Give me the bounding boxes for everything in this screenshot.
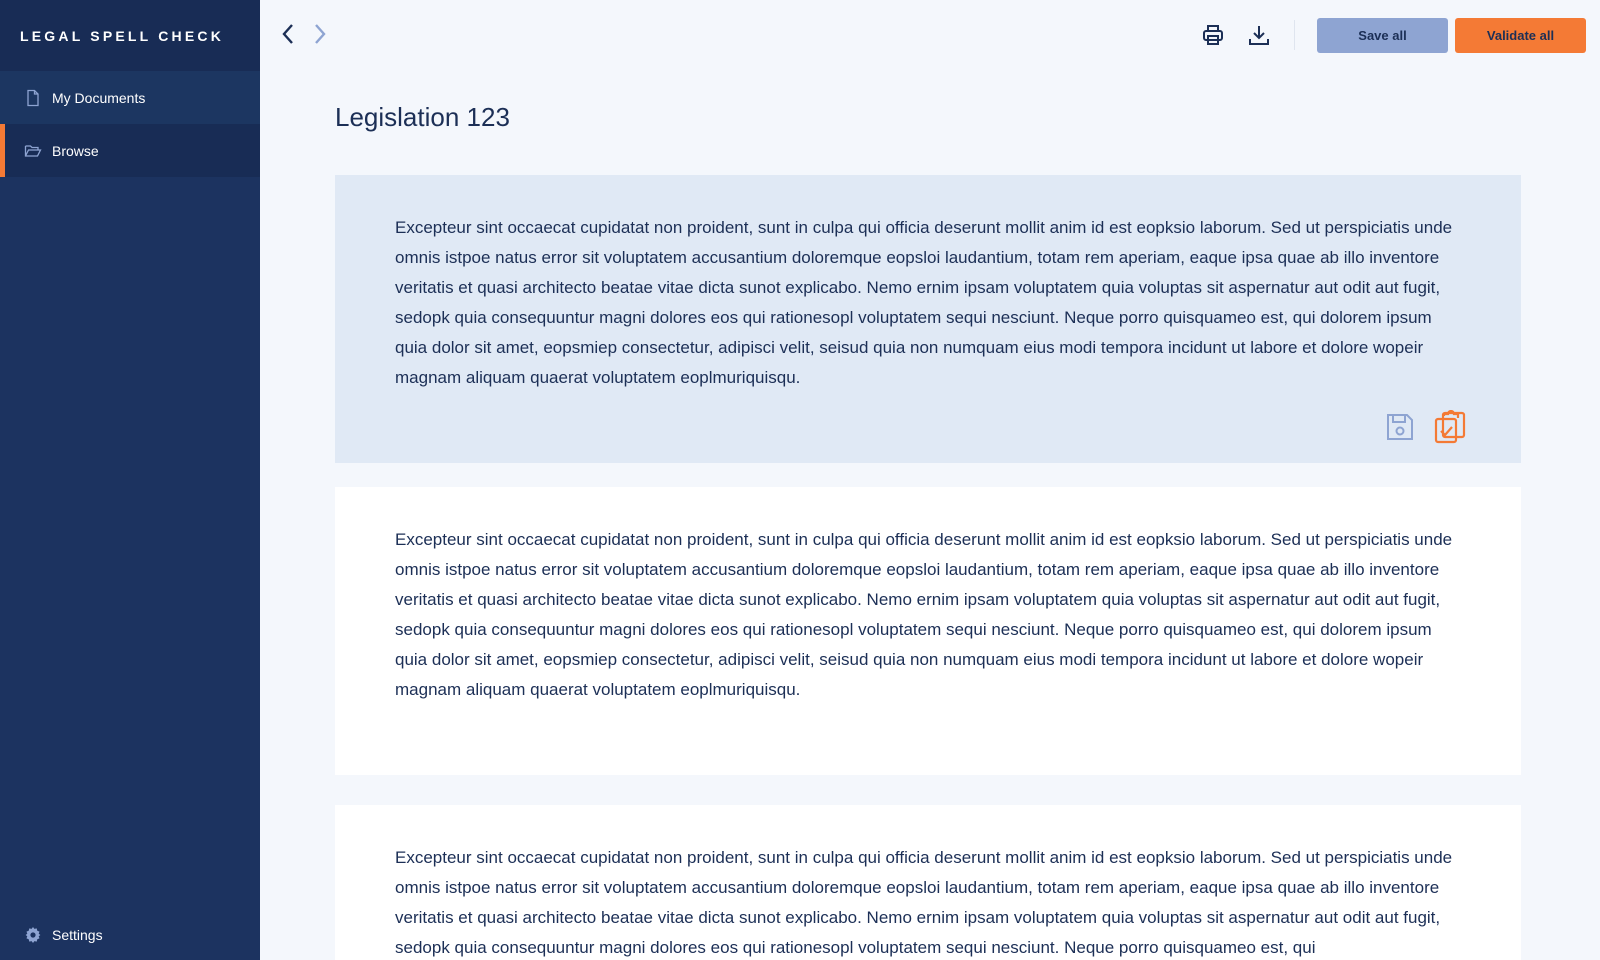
page-title: Legislation 123 (335, 102, 510, 132)
toolbar-divider (1294, 20, 1295, 50)
sidebar-item-my-documents[interactable]: My Documents (0, 71, 260, 124)
paragraph-card-selected[interactable]: Excepteur sint occaecat cupidatat non pr… (335, 175, 1521, 463)
history-navigation (276, 22, 332, 46)
paragraph-actions (1383, 409, 1467, 445)
top-toolbar: Save all Validate all (260, 0, 1600, 70)
save-paragraph-icon[interactable] (1383, 409, 1417, 445)
paragraph-card[interactable]: Excepteur sint occaecat cupidatat non pr… (335, 805, 1521, 960)
forward-arrow-icon[interactable] (308, 22, 332, 46)
settings-label: Settings (52, 927, 103, 943)
paragraph-text: Excepteur sint occaecat cupidatat non pr… (395, 218, 1453, 387)
paragraph-card[interactable]: Excepteur sint occaecat cupidatat non pr… (335, 487, 1521, 775)
back-arrow-icon[interactable] (276, 22, 300, 46)
print-icon[interactable] (1200, 22, 1226, 48)
download-icon[interactable] (1246, 22, 1272, 48)
sidebar-item-settings[interactable]: Settings (0, 910, 260, 960)
sidebar-item-label: My Documents (52, 89, 146, 106)
sidebar-item-label: Browse (52, 142, 99, 159)
paragraph-text: Excepteur sint occaecat cupidatat non pr… (395, 530, 1453, 699)
document-icon (24, 89, 42, 107)
sidebar-item-browse[interactable]: Browse (0, 124, 260, 177)
folder-open-icon (24, 142, 42, 160)
sidebar: LEGAL SPELL CHECK My Documents Browse Se… (0, 0, 260, 960)
validate-all-button[interactable]: Validate all (1455, 18, 1586, 53)
gear-icon (24, 926, 42, 944)
app-brand: LEGAL SPELL CHECK (0, 0, 260, 71)
paragraph-text: Excepteur sint occaecat cupidatat non pr… (395, 848, 1453, 957)
toolbar-actions (1200, 22, 1272, 48)
validate-paragraph-icon[interactable] (1433, 409, 1467, 445)
save-all-button[interactable]: Save all (1317, 18, 1448, 53)
